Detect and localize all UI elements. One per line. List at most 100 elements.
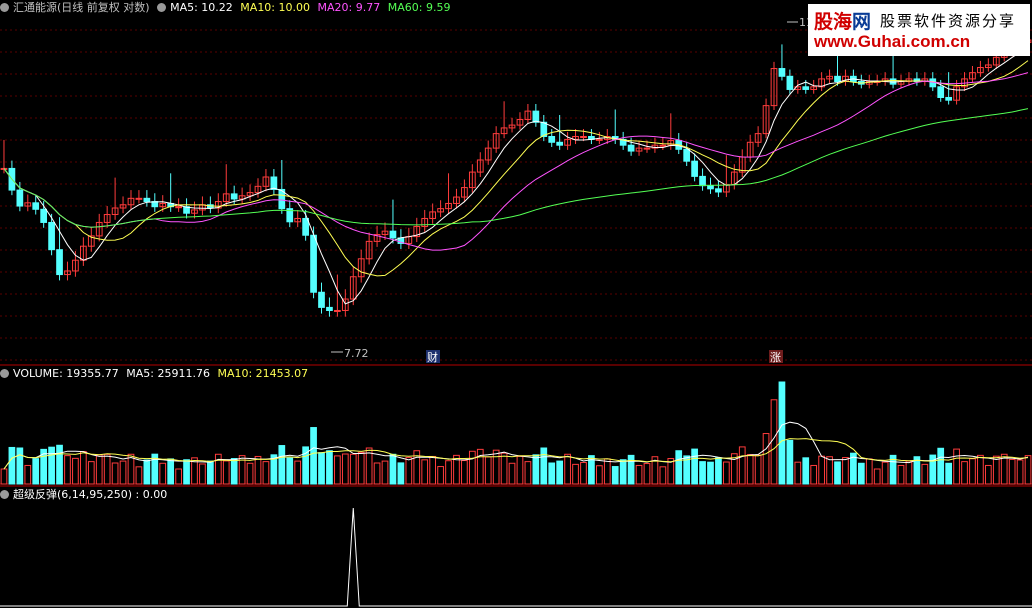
candle-body — [175, 206, 182, 209]
candle-body — [48, 221, 55, 251]
candlestick-series — [0, 28, 1032, 317]
volume-bar — [905, 460, 913, 485]
candle-body — [16, 189, 24, 207]
candle-body — [683, 148, 691, 162]
volume-bar — [834, 461, 841, 485]
volume-bar — [786, 439, 794, 485]
candle-body — [715, 188, 722, 193]
volume-bar — [32, 458, 40, 485]
volume-bar — [794, 461, 802, 485]
volume-bar — [953, 448, 960, 485]
volume-bar — [381, 460, 389, 485]
low-price-label: 7.72 — [344, 347, 369, 360]
volume-bar — [429, 455, 437, 485]
volume-bar — [111, 462, 119, 485]
volume-bar — [699, 461, 706, 485]
volume-bar — [508, 462, 516, 485]
volume-bar — [738, 446, 746, 485]
candle-body — [302, 217, 309, 236]
volume-bar — [707, 461, 714, 485]
volume-bar — [603, 458, 611, 485]
moving-average-lines — [3, 46, 1029, 305]
volume-bar — [818, 455, 825, 485]
volume-bar — [421, 459, 429, 485]
volume-bar — [246, 462, 254, 485]
volume-bar — [595, 465, 603, 485]
volume-bar — [762, 433, 770, 485]
volume-bar — [675, 450, 683, 485]
rise-marker[interactable]: 涨 — [770, 351, 781, 364]
volume-bar — [334, 455, 341, 485]
volume-bar — [468, 450, 476, 485]
candle-body — [945, 96, 953, 101]
candle-body — [389, 230, 397, 239]
candle-body — [643, 147, 651, 150]
volume-bar — [746, 454, 754, 485]
volume-bar — [476, 448, 484, 485]
volume-bar — [540, 447, 548, 485]
candle-body — [834, 75, 841, 83]
stock-chart[interactable]: 7.72 11 财 涨 — [0, 0, 1032, 608]
annotations: 7.72 11 财 涨 — [331, 16, 813, 364]
candle-body — [659, 144, 667, 147]
volume-bar — [1016, 459, 1024, 485]
volume-bar — [183, 459, 190, 485]
volume-bar — [556, 460, 564, 485]
volume-bar — [611, 466, 619, 485]
volume-bar — [48, 446, 55, 485]
volume-bar — [143, 459, 151, 485]
candle-body — [230, 193, 238, 200]
volume-bar — [492, 449, 500, 485]
volume-bar — [977, 454, 984, 485]
candle-body — [580, 135, 587, 138]
volume-bar — [87, 461, 95, 485]
volume-bar — [532, 454, 540, 485]
volume-bar — [294, 460, 302, 485]
watermark-banner: 股海网 股票软件资源分享 www.Guhai.com.cn — [808, 4, 1030, 56]
volume-bar — [397, 462, 405, 485]
volume-bar — [548, 462, 556, 485]
volume-bar — [135, 466, 143, 485]
indicator-line — [0, 507, 1032, 607]
volume-bar — [516, 455, 524, 485]
volume-bar — [222, 460, 230, 485]
volume-bar — [723, 461, 730, 485]
candle-body — [143, 197, 151, 203]
candle-body — [778, 68, 786, 77]
volume-bar — [199, 463, 206, 485]
volume-bar — [310, 427, 317, 485]
volume-bar — [230, 458, 238, 485]
volume-bar — [72, 457, 79, 485]
volume-bar — [1008, 458, 1016, 485]
volume-bar — [318, 452, 325, 485]
volume-bar — [826, 456, 833, 485]
volume-bar — [857, 462, 865, 485]
candle-body — [270, 176, 278, 190]
volume-bar — [500, 452, 508, 485]
candle-body — [310, 234, 317, 293]
volume-bar — [961, 461, 968, 485]
finance-marker[interactable]: 财 — [427, 350, 438, 364]
volume-bar — [461, 460, 468, 485]
volume-bar — [627, 454, 635, 485]
volume-bar — [24, 464, 32, 485]
candle-body — [40, 208, 48, 223]
candle-body — [786, 75, 794, 90]
volume-bar — [921, 463, 929, 485]
volume-bar — [945, 462, 953, 485]
volume-bar — [405, 457, 413, 485]
volume-bars — [0, 381, 1032, 485]
candle-body — [627, 144, 635, 152]
volume-bar — [127, 453, 135, 485]
volume-bar — [373, 462, 381, 485]
watermark-slogan: 股票软件资源分享 — [880, 12, 1017, 30]
volume-bar — [937, 447, 945, 485]
volume-bar — [207, 460, 214, 485]
volume-bar — [643, 463, 651, 485]
candle-body — [135, 197, 143, 200]
volume-bar — [992, 455, 1000, 485]
volume-bar — [484, 456, 492, 485]
volume-bar — [214, 453, 222, 485]
volume-bar — [167, 458, 175, 485]
volume-bar — [0, 468, 8, 485]
